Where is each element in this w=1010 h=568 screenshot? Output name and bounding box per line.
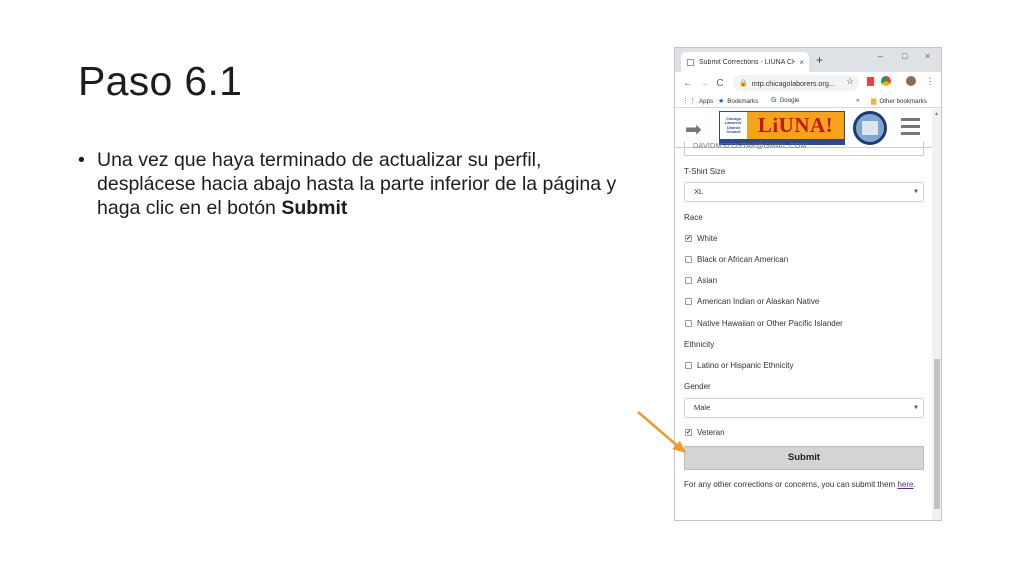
bullet-body: Una vez que haya terminado de actualizar… xyxy=(97,149,617,219)
race-option-label: Black or African American xyxy=(697,255,789,264)
submit-button[interactable]: Submit xyxy=(684,446,924,470)
footer-note: For any other corrections or concerns, y… xyxy=(684,479,924,491)
race-option-american-indian[interactable]: American Indian or Alaskan Native xyxy=(685,297,819,306)
gender-select[interactable]: Male ▼ xyxy=(684,398,924,418)
bookmark-apps[interactable]: ⋮⋮ Apps xyxy=(682,97,714,106)
url-text: mtp.chicagolaborers.org... xyxy=(751,78,835,88)
bullet-bold: Submit xyxy=(281,197,348,219)
veteran-label: Veteran xyxy=(697,428,725,437)
tab-bar: Submit Corrections - LIUNA CHI × + – □ × xyxy=(675,48,941,72)
checkbox[interactable] xyxy=(685,277,692,284)
checkbox-checked-icon[interactable]: ✔ xyxy=(685,235,692,242)
liuna-logo[interactable]: Chicago Laborers' District Council LiUNA… xyxy=(719,111,845,145)
tshirt-select[interactable]: XL ▼ xyxy=(684,182,924,202)
race-option-label: American Indian or Alaskan Native xyxy=(697,297,820,306)
gender-value: Male xyxy=(694,403,711,412)
maximize-button[interactable]: □ xyxy=(902,51,907,61)
extension-icon[interactable] xyxy=(867,77,874,86)
ethnicity-option-label: Latino or Hispanic Ethnicity xyxy=(697,361,794,370)
race-option-label: White xyxy=(697,234,718,243)
apps-grid-icon: ⋮⋮ xyxy=(682,98,696,105)
here-link[interactable]: here xyxy=(897,480,913,489)
hamburger-menu-icon[interactable] xyxy=(901,118,920,139)
bookmark-bookmarks[interactable]: ★ Bookmarks xyxy=(718,97,759,106)
bookmark-google[interactable]: G Google xyxy=(771,97,799,104)
browser-window: Submit Corrections - LIUNA CHI × + – □ ×… xyxy=(674,47,942,521)
minimize-button[interactable]: – xyxy=(878,51,883,61)
reload-icon[interactable]: C xyxy=(713,78,727,89)
tshirt-value: XL xyxy=(694,187,704,196)
scroll-up-icon[interactable]: ▲ xyxy=(934,111,939,117)
browser-tab[interactable]: Submit Corrections - LIUNA CHI × xyxy=(681,52,809,72)
bookmarks-overflow[interactable]: » xyxy=(856,97,859,104)
race-label: Race xyxy=(684,213,703,222)
bookmark-star-icon: ★ xyxy=(718,98,725,105)
race-option-label: Asian xyxy=(697,276,718,285)
race-option-white[interactable]: ✔ White xyxy=(685,234,717,243)
chevron-down-icon: ▼ xyxy=(913,189,919,195)
gender-label: Gender xyxy=(684,382,711,391)
window-close-button[interactable]: × xyxy=(925,51,930,61)
race-option-pacific-islander[interactable]: Native Hawaiian or Other Pacific Islande… xyxy=(685,319,843,328)
bookmark-apps-label: Apps xyxy=(699,97,714,105)
ethnicity-label: Ethnicity xyxy=(684,340,715,349)
chrome-extension-icon[interactable] xyxy=(881,76,891,86)
google-g-icon: G xyxy=(771,97,777,104)
other-bookmarks[interactable]: ▆ Other bookmarks xyxy=(871,97,927,106)
menu-dots-icon[interactable]: ⋮ xyxy=(925,76,935,86)
tshirt-label: T-Shirt Size xyxy=(684,167,726,176)
city-seal-icon xyxy=(853,111,887,145)
race-option-black[interactable]: Black or African American xyxy=(685,255,788,264)
footer-text: For any other corrections or concerns, y… xyxy=(684,480,898,489)
checkbox[interactable] xyxy=(685,320,692,327)
bookmark-google-label: Google xyxy=(779,97,800,104)
email-field[interactable]: DAVIDMSZOSTAK@GMAIL.COM xyxy=(684,141,924,156)
chevron-down-icon: ▼ xyxy=(913,405,919,411)
lock-icon: 🔒 xyxy=(739,80,748,87)
forward-arrow-icon[interactable]: → xyxy=(697,78,711,89)
pointer-arrow-icon xyxy=(637,411,686,453)
bookmarks-bar: ⋮⋮ Apps ★ Bookmarks G Google » ▆ Other bookm… xyxy=(675,94,941,108)
race-option-asian[interactable]: Asian xyxy=(685,276,717,285)
logo-district-text: Chicago Laborers' District Council xyxy=(720,112,747,139)
bookmark-bookmarks-label: Bookmarks xyxy=(727,97,759,105)
browser-toolbar: ← → C 🔒 mtp.chicagolaborers.org... ☆ ⋮ xyxy=(675,72,941,94)
seal-building xyxy=(862,121,878,135)
other-bookmarks-label: Other bookmarks xyxy=(879,97,927,105)
profile-avatar[interactable] xyxy=(906,76,916,86)
back-arrow-icon[interactable]: ← xyxy=(681,78,695,89)
checkbox[interactable] xyxy=(685,298,692,305)
address-bar[interactable]: 🔒 mtp.chicagolaborers.org... xyxy=(733,75,859,91)
folder-icon: ▆ xyxy=(871,98,877,105)
bullet-dot: • xyxy=(78,149,85,171)
star-icon[interactable]: ☆ xyxy=(845,76,855,86)
bullet-point: • Una vez que haya terminado de actualiz… xyxy=(78,148,638,220)
slide-title: Paso 6.1 xyxy=(78,58,243,104)
footer-period: . xyxy=(913,480,916,489)
logo-liuna-text: LiUNA! xyxy=(747,112,844,139)
checkbox[interactable] xyxy=(685,362,692,369)
tab-close-icon[interactable]: × xyxy=(799,58,804,67)
new-tab-button[interactable]: + xyxy=(816,53,823,67)
bullet-text: Una vez que haya terminado de actualizar… xyxy=(97,148,638,220)
race-option-label: Native Hawaiian or Other Pacific Islande… xyxy=(697,319,843,328)
scrollbar-thumb[interactable] xyxy=(934,359,940,509)
ethnicity-option-latino[interactable]: Latino or Hispanic Ethnicity xyxy=(685,361,794,370)
logout-icon[interactable]: ➡ xyxy=(685,117,702,142)
tab-title: Submit Corrections - LIUNA CHI xyxy=(699,58,796,66)
checkbox[interactable] xyxy=(685,256,692,263)
page-favicon-icon xyxy=(687,58,694,66)
page-scrollbar[interactable]: ▲ xyxy=(932,109,941,520)
